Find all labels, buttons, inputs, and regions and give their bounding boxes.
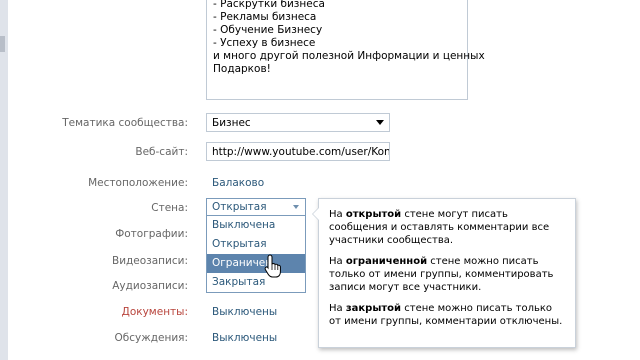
description-line: - Раскрутки бизнеса — [213, 0, 325, 10]
tooltip-text: На — [329, 209, 346, 220]
chevron-down-icon — [376, 120, 384, 125]
left-edge-strip — [0, 0, 8, 360]
tooltip-bold: ограниченной — [345, 256, 428, 267]
wall-options-list: Выключена Открытая Ограничен Закрытая — [206, 216, 306, 293]
discussions-value[interactable]: Выключены — [212, 332, 277, 344]
tooltip-text: На — [329, 303, 346, 314]
description-line: Подарков! — [213, 63, 271, 75]
location-link[interactable]: Балаково — [212, 177, 264, 189]
wall-option-closed[interactable]: Закрытая — [207, 273, 305, 292]
photos-label: Фотографии: — [115, 228, 188, 240]
description-line: - Обучение Бизнесу — [213, 24, 323, 36]
theme-label: Тематика сообщества: — [62, 117, 188, 129]
description-textarea[interactable]: - Раскрутки бизнеса - Рекламы бизнеса - … — [206, 0, 485, 100]
theme-select-value: Бизнес — [212, 117, 251, 129]
tooltip-open-text: На открытой стене могут писать сообщения… — [329, 208, 565, 247]
hand-pointer-icon — [264, 254, 281, 278]
tooltip-bold: открытой — [345, 209, 402, 220]
edge-marker — [0, 36, 5, 52]
theme-select[interactable]: Бизнес — [206, 113, 390, 132]
website-input[interactable]: http://www.youtube.com/user/Kons — [206, 142, 390, 161]
tooltip-limited-text: На ограниченной стене можно писать тольк… — [329, 255, 565, 294]
documents-label: Документы: — [121, 306, 188, 318]
tooltip-bold: закрытой — [345, 303, 402, 314]
description-line: - Успеху в бизнесе — [213, 37, 316, 49]
wall-select[interactable]: Открытая — [206, 198, 306, 216]
documents-value[interactable]: Выключены — [212, 306, 277, 318]
videos-label: Видеозаписи: — [111, 255, 188, 267]
website-label: Веб-сайт: — [135, 146, 188, 158]
discussions-label: Обсуждения: — [114, 332, 188, 344]
description-line: и много другой полезной Информации и цен… — [213, 50, 485, 62]
wall-option-limited[interactable]: Ограничен — [207, 254, 305, 273]
wall-option-disabled[interactable]: Выключена — [207, 216, 305, 235]
wall-select-value: Открытая — [212, 201, 267, 213]
wall-option-open[interactable]: Открытая — [207, 235, 305, 254]
website-input-value: http://www.youtube.com/user/Kons — [212, 146, 390, 158]
tooltip-text: На — [329, 256, 346, 267]
chevron-down-icon — [293, 205, 299, 209]
wall-help-tooltip: На открытой стене могут писать сообщения… — [312, 198, 576, 348]
audio-label: Аудиозаписи: — [112, 280, 188, 292]
wall-label: Стена: — [151, 202, 188, 214]
description-line: - Рекламы бизнеса — [213, 11, 317, 23]
tooltip-closed-text: На закрытой стене можно писать только от… — [329, 302, 565, 328]
location-label: Местоположение: — [88, 177, 188, 189]
